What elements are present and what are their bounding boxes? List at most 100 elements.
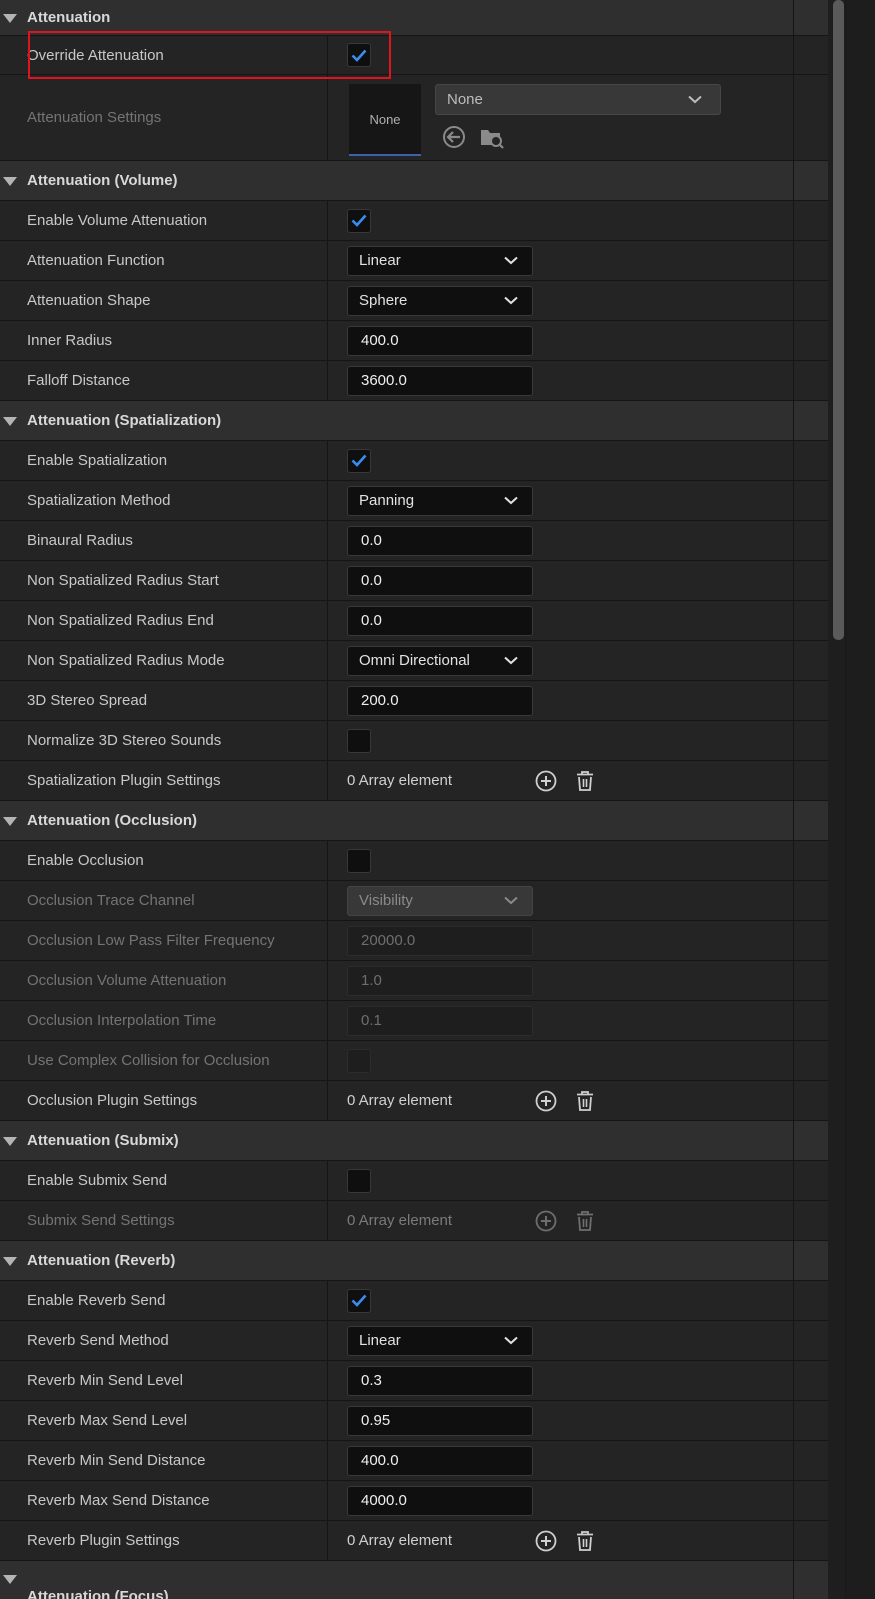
- enable-submix-send-checkbox[interactable]: [347, 1168, 371, 1193]
- category-title: Attenuation (Spatialization): [27, 412, 222, 429]
- attenuation-function-dropdown[interactable]: Linear: [347, 245, 533, 276]
- category-reverb[interactable]: Attenuation (Reverb): [0, 1241, 828, 1281]
- row-non-spatialized-radius-end: Non Spatialized Radius End 0.0: [0, 601, 828, 641]
- row-attenuation-shape: Attenuation Shape Sphere: [0, 281, 828, 321]
- category-title: Attenuation (Reverb): [27, 1252, 176, 1269]
- row-falloff-distance: Falloff Distance 3600.0: [0, 361, 828, 401]
- inner-radius-field[interactable]: 400.0: [347, 325, 533, 356]
- row-reverb-min-send-level: Reverb Min Send Level 0.3: [0, 1361, 828, 1401]
- non-spatialized-radius-mode-dropdown[interactable]: Omni Directional: [347, 645, 533, 676]
- property-label: Attenuation Settings: [27, 109, 162, 126]
- occlusion-lowpass-field[interactable]: 20000.0: [347, 925, 533, 956]
- non-spatialized-radius-end-field[interactable]: 0.0: [347, 605, 533, 636]
- add-element-icon[interactable]: [534, 1209, 558, 1233]
- property-label: Enable Spatialization: [27, 452, 168, 469]
- occlusion-trace-channel-dropdown[interactable]: Visibility: [347, 885, 533, 916]
- enable-reverb-send-checkbox[interactable]: [347, 1288, 371, 1313]
- non-spatialized-radius-start-field[interactable]: 0.0: [347, 565, 533, 596]
- row-occlusion-trace-channel: Occlusion Trace Channel Visibility: [0, 881, 828, 921]
- property-label: Override Attenuation: [27, 46, 164, 64]
- array-count: 0 Array element: [347, 1212, 453, 1229]
- category-volume[interactable]: Attenuation (Volume): [0, 161, 828, 201]
- binaural-radius-field[interactable]: 0.0: [347, 525, 533, 556]
- enable-volume-attenuation-checkbox[interactable]: [347, 208, 371, 233]
- add-element-icon[interactable]: [534, 1529, 558, 1553]
- details-panel: Attenuation Override Attenuation Attenua…: [0, 0, 828, 1599]
- trash-icon[interactable]: [573, 1529, 597, 1553]
- property-label: Spatialization Plugin Settings: [27, 772, 221, 789]
- row-enable-occlusion: Enable Occlusion: [0, 841, 828, 881]
- stereo-spread-field[interactable]: 200.0: [347, 685, 533, 716]
- category-focus[interactable]: Attenuation (Focus): [0, 1561, 828, 1599]
- chevron-down-icon: [504, 296, 518, 304]
- reverb-send-method-dropdown[interactable]: Linear: [347, 1325, 533, 1356]
- collapse-arrow-icon[interactable]: [3, 1575, 17, 1584]
- row-enable-reverb-send: Enable Reverb Send: [0, 1281, 828, 1321]
- thumbnail-label: None: [369, 111, 401, 127]
- enable-occlusion-checkbox[interactable]: [347, 848, 371, 873]
- add-element-icon[interactable]: [534, 769, 558, 793]
- attenuation-asset-dropdown[interactable]: None: [435, 84, 721, 115]
- trash-icon[interactable]: [573, 1089, 597, 1113]
- property-label: Occlusion Interpolation Time: [27, 1012, 217, 1029]
- array-count: 0 Array element: [347, 1532, 453, 1549]
- reverb-max-send-level-field[interactable]: 0.95: [347, 1405, 533, 1436]
- reverb-min-send-distance-field[interactable]: 400.0: [347, 1445, 533, 1476]
- category-title: Attenuation (Submix): [27, 1132, 179, 1149]
- override-attenuation-checkbox[interactable]: [347, 43, 371, 67]
- collapse-arrow-icon[interactable]: [3, 1256, 17, 1266]
- property-label: Reverb Send Method: [27, 1332, 169, 1349]
- use-complex-collision-checkbox[interactable]: [347, 1048, 371, 1073]
- falloff-distance-field[interactable]: 3600.0: [347, 365, 533, 396]
- browse-asset-icon[interactable]: [479, 124, 505, 150]
- trash-icon[interactable]: [573, 1209, 597, 1233]
- row-occlusion-low-pass-filter-frequency: Occlusion Low Pass Filter Frequency 2000…: [0, 921, 828, 961]
- collapse-arrow-icon[interactable]: [3, 13, 17, 23]
- property-label: Non Spatialized Radius End: [27, 612, 214, 629]
- array-count: 0 Array element: [347, 772, 453, 789]
- enable-spatialization-checkbox[interactable]: [347, 448, 371, 473]
- property-label: Reverb Plugin Settings: [27, 1532, 180, 1549]
- dropdown-value: Panning: [359, 492, 415, 509]
- add-element-icon[interactable]: [534, 1089, 558, 1113]
- collapse-arrow-icon[interactable]: [3, 816, 17, 826]
- trash-icon[interactable]: [573, 769, 597, 793]
- category-occlusion[interactable]: Attenuation (Occlusion): [0, 801, 828, 841]
- chevron-down-icon: [504, 496, 518, 504]
- row-reverb-max-send-level: Reverb Max Send Level 0.95: [0, 1401, 828, 1441]
- category-title: Attenuation (Occlusion): [27, 812, 197, 829]
- collapse-arrow-icon[interactable]: [3, 1136, 17, 1146]
- reverb-min-send-level-field[interactable]: 0.3: [347, 1365, 533, 1396]
- property-label: Reverb Min Send Level: [27, 1372, 183, 1389]
- row-reverb-min-send-distance: Reverb Min Send Distance 400.0: [0, 1441, 828, 1481]
- category-attenuation[interactable]: Attenuation: [0, 0, 828, 36]
- asset-thumbnail[interactable]: None: [349, 84, 421, 156]
- property-label: 3D Stereo Spread: [27, 692, 148, 709]
- property-label: Binaural Radius: [27, 532, 133, 549]
- row-occlusion-plugin-settings: Occlusion Plugin Settings 0 Array elemen…: [0, 1081, 828, 1121]
- spatialization-method-dropdown[interactable]: Panning: [347, 485, 533, 516]
- dropdown-value: Visibility: [359, 892, 413, 909]
- attenuation-shape-dropdown[interactable]: Sphere: [347, 285, 533, 316]
- array-count: 0 Array element: [347, 1092, 453, 1109]
- scrollbar[interactable]: [828, 0, 875, 1599]
- property-label: Falloff Distance: [27, 372, 131, 389]
- category-spatialization[interactable]: Attenuation (Spatialization): [0, 401, 828, 441]
- occlusion-volume-field[interactable]: 1.0: [347, 965, 533, 996]
- use-selected-asset-icon[interactable]: [441, 124, 467, 150]
- occlusion-interpolation-field[interactable]: 0.1: [347, 1005, 533, 1036]
- row-occlusion-interpolation-time: Occlusion Interpolation Time 0.1: [0, 1001, 828, 1041]
- normalize-3d-stereo-checkbox[interactable]: [347, 728, 371, 753]
- collapse-arrow-icon[interactable]: [3, 416, 17, 426]
- reverb-max-send-distance-field[interactable]: 4000.0: [347, 1485, 533, 1516]
- row-use-complex-collision: Use Complex Collision for Occlusion: [0, 1041, 828, 1081]
- property-label: Occlusion Low Pass Filter Frequency: [27, 932, 275, 949]
- checkmark-icon: [351, 49, 367, 62]
- property-label: Inner Radius: [27, 332, 113, 349]
- dropdown-value: Linear: [359, 252, 401, 269]
- row-occlusion-volume-attenuation: Occlusion Volume Attenuation 1.0: [0, 961, 828, 1001]
- category-submix[interactable]: Attenuation (Submix): [0, 1121, 828, 1161]
- scrollbar-thumb[interactable]: [833, 0, 844, 640]
- dropdown-value: Sphere: [359, 292, 408, 309]
- collapse-arrow-icon[interactable]: [3, 176, 17, 186]
